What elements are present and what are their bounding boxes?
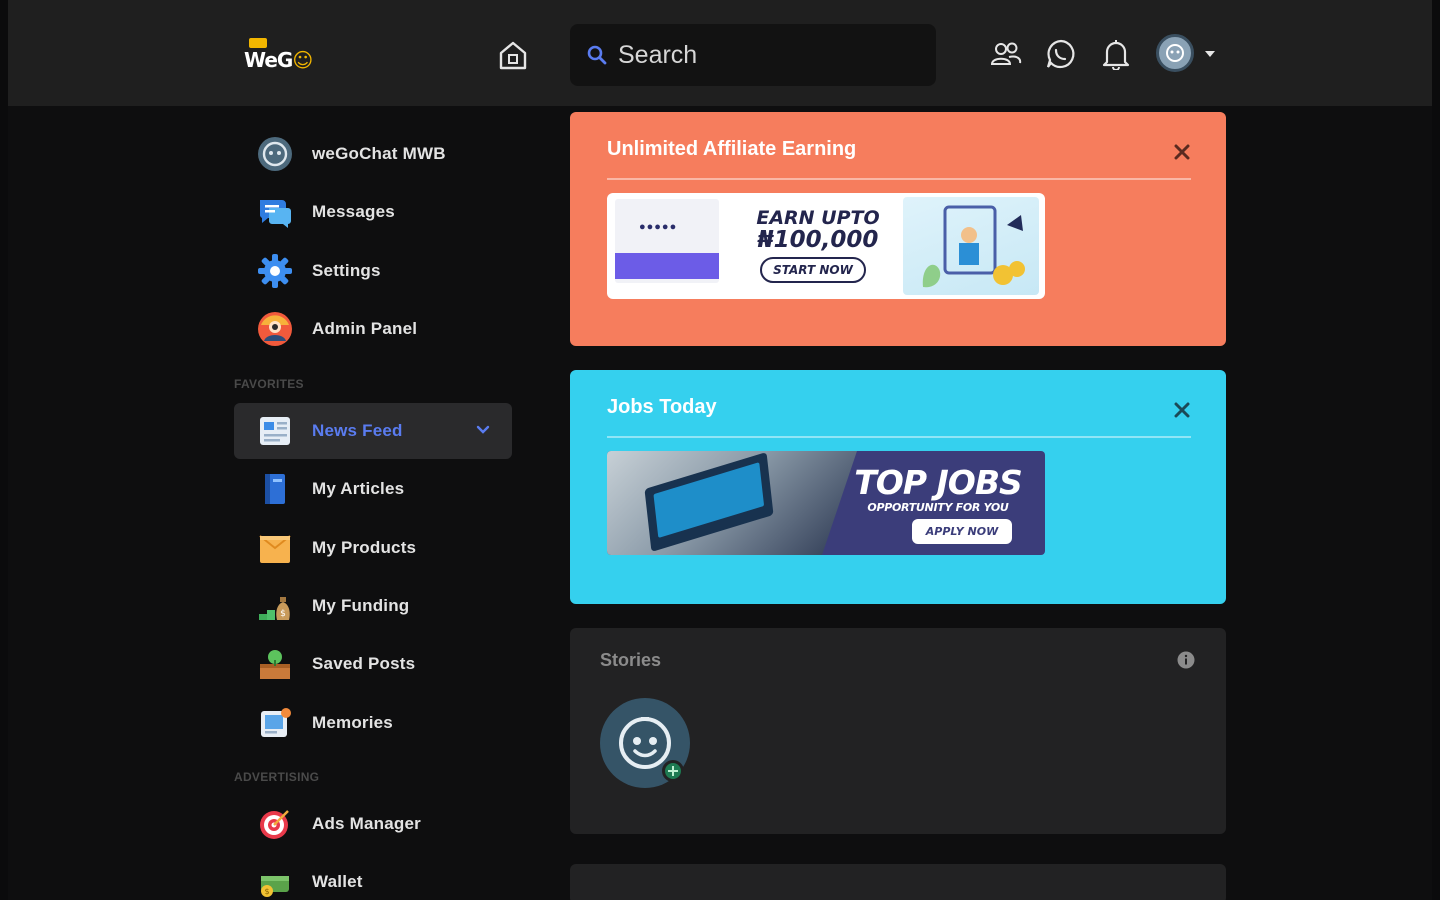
chat-bubble-icon[interactable] xyxy=(1043,36,1079,72)
left-sidebar: weGoChat MWB Messages Settings Admin Pan… xyxy=(234,106,514,900)
logo-text: WeG☺ xyxy=(244,48,313,72)
sidebar-item-memories[interactable]: Memories xyxy=(234,695,512,751)
settings-gear-icon xyxy=(256,252,294,290)
svg-text:$: $ xyxy=(264,887,269,896)
jobs-today-card: Jobs Today TOP JOBS OPPORTUNITY FOR YOU … xyxy=(570,370,1226,604)
products-box-icon xyxy=(256,529,294,567)
banner-screen-mockup: ●●●●● xyxy=(615,199,719,283)
stories-card: Stories xyxy=(570,628,1226,834)
user-avatar[interactable] xyxy=(1156,34,1194,72)
funding-money-icon: $ xyxy=(256,587,294,625)
ads-target-icon xyxy=(256,805,294,843)
sidebar-item-label: My Articles xyxy=(312,479,405,498)
saved-posts-icon xyxy=(256,645,294,683)
sidebar-item-label: Saved Posts xyxy=(312,654,416,673)
affiliate-card-title: Unlimited Affiliate Earning xyxy=(607,138,857,160)
search-bar[interactable] xyxy=(570,24,936,86)
memories-icon xyxy=(256,704,294,742)
jobs-card-title: Jobs Today xyxy=(607,396,717,418)
sidebar-item-label: Wallet xyxy=(312,872,363,891)
favorites-section-label: FAVORITES xyxy=(234,377,304,391)
sidebar-item-wallet[interactable]: $ Wallet xyxy=(234,854,512,900)
sidebar-item-my-funding[interactable]: $ My Funding xyxy=(234,578,512,634)
sidebar-item-news-feed[interactable]: News Feed xyxy=(234,403,512,459)
close-icon[interactable] xyxy=(1172,142,1192,162)
jobs-banner[interactable]: TOP JOBS OPPORTUNITY FOR YOU APPLY NOW xyxy=(607,451,1045,555)
affiliate-banner[interactable]: ●●●●● EARN UPTO ₦100,000 START NOW xyxy=(607,193,1045,299)
sidebar-item-label: My Products xyxy=(312,538,417,557)
sidebar-item-label: weGoChat MWB xyxy=(312,144,446,163)
logo-mark xyxy=(249,38,267,48)
svg-text:$: $ xyxy=(280,609,286,619)
sidebar-item-ads-manager[interactable]: Ads Manager xyxy=(234,796,512,852)
sidebar-item-label: My Funding xyxy=(312,596,410,615)
sidebar-item-profile[interactable]: weGoChat MWB xyxy=(234,126,512,182)
card-divider xyxy=(607,436,1191,438)
sidebar-item-label: Settings xyxy=(312,261,381,280)
banner-earn-text: EARN UPTO ₦100,000 xyxy=(756,207,880,253)
card-divider xyxy=(607,178,1191,180)
banner-subtitle: OPPORTUNITY FOR YOU xyxy=(867,501,1009,514)
sidebar-item-label: News Feed xyxy=(312,421,403,440)
apply-now-button[interactable]: APPLY NOW xyxy=(912,519,1012,544)
sidebar-item-saved-posts[interactable]: Saved Posts xyxy=(234,636,512,692)
close-icon[interactable] xyxy=(1172,400,1192,420)
sidebar-item-label: Memories xyxy=(312,713,393,732)
banner-illustration xyxy=(903,197,1039,295)
affiliate-earning-card: Unlimited Affiliate Earning ●●●●● EARN U… xyxy=(570,112,1226,346)
sidebar-item-admin-panel[interactable]: Admin Panel xyxy=(234,301,512,357)
stories-title: Stories xyxy=(600,650,662,670)
account-menu-caret-icon[interactable] xyxy=(1202,46,1218,62)
friends-icon[interactable] xyxy=(988,36,1024,72)
next-post-card xyxy=(570,864,1226,900)
banner-top-jobs-text: TOP JOBS xyxy=(854,463,1023,502)
search-icon xyxy=(586,44,608,66)
articles-book-icon xyxy=(256,470,294,508)
mockup-bar xyxy=(615,253,719,279)
advertising-section-label: ADVERTISING xyxy=(234,770,320,784)
app-logo[interactable]: WeG☺ xyxy=(244,36,318,76)
sidebar-item-messages[interactable]: Messages xyxy=(234,184,512,240)
sidebar-item-my-products[interactable]: My Products xyxy=(234,520,512,576)
info-icon[interactable] xyxy=(1176,650,1196,670)
profile-avatar-icon xyxy=(256,135,294,173)
sidebar-item-label: Admin Panel xyxy=(312,319,418,338)
home-icon[interactable] xyxy=(494,36,532,74)
wallet-icon: $ xyxy=(256,863,294,900)
sidebar-item-my-articles[interactable]: My Articles xyxy=(234,461,512,517)
sidebar-item-label: Ads Manager xyxy=(312,814,421,833)
admin-panel-icon xyxy=(256,310,294,348)
messages-icon xyxy=(256,193,294,231)
notification-bell-icon[interactable] xyxy=(1098,36,1134,72)
news-feed-icon xyxy=(256,412,294,450)
search-input[interactable] xyxy=(618,40,918,70)
sidebar-item-settings[interactable]: Settings xyxy=(234,243,512,299)
add-story-plus-icon[interactable] xyxy=(662,760,684,782)
chevron-down-icon[interactable] xyxy=(474,421,492,439)
start-now-button[interactable]: START NOW xyxy=(760,257,866,283)
sidebar-item-label: Messages xyxy=(312,202,395,221)
mockup-dots: ●●●●● xyxy=(639,221,678,233)
